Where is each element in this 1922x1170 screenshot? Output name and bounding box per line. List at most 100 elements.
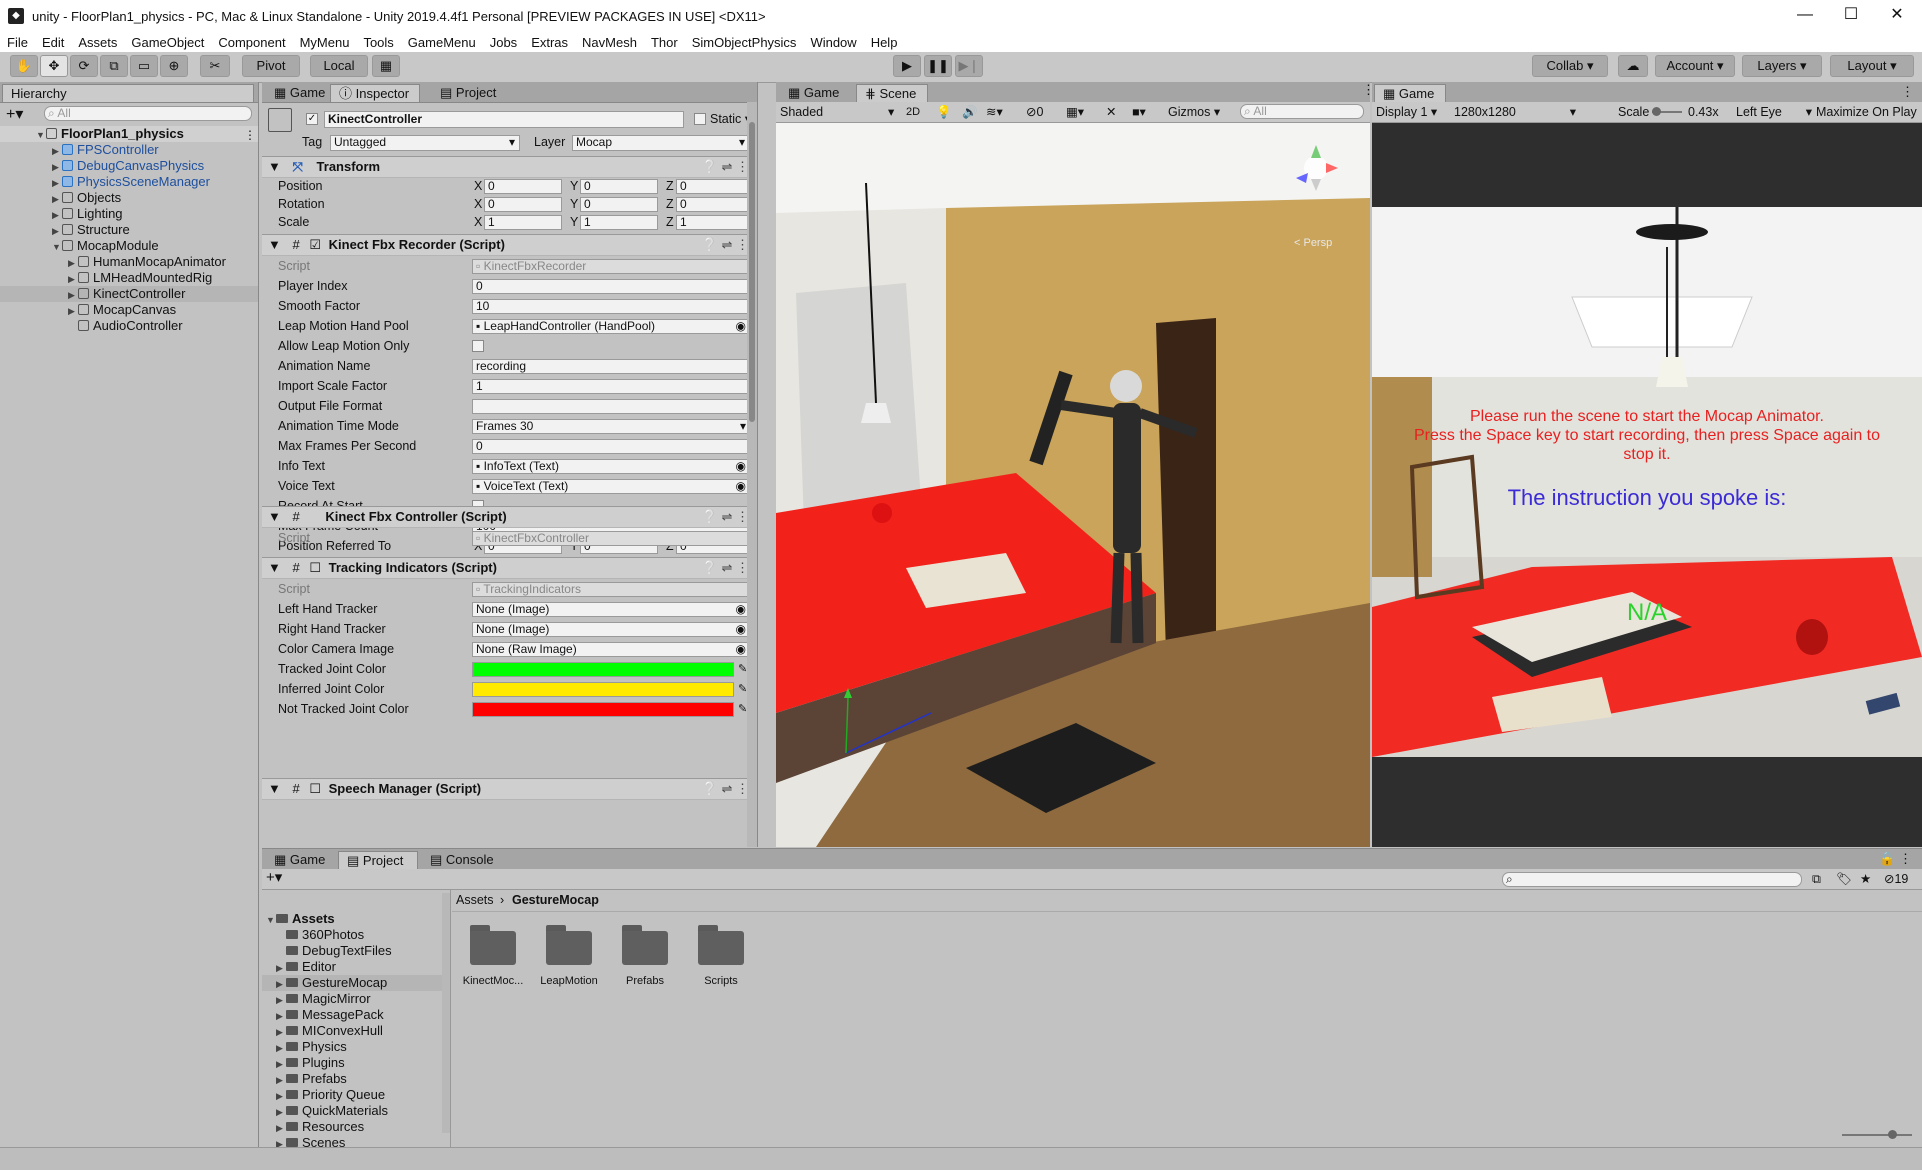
menu-item-gameobject[interactable]: GameObject [124,35,211,50]
asset-folder[interactable]: KinectMoc... [458,923,528,1003]
tracking-field-value[interactable]: None (Image) ◉ [472,622,750,637]
persp-label[interactable]: < Persp [1294,235,1332,251]
transform-y-field[interactable]: 0 [580,197,658,212]
foldout-arrow-icon[interactable]: ▶ [52,207,62,223]
tab-hierarchy[interactable]: Hierarchy [2,84,254,102]
tree-item[interactable]: ▶ Plugins [262,1055,450,1071]
resolution-dropdown[interactable]: 1280x1280 ▾ [1454,104,1576,120]
transform-y-field[interactable]: 0 [580,179,658,194]
transform-x-field[interactable]: 0 [484,179,562,194]
tree-item[interactable]: ▶ Resources [262,1119,450,1135]
menu-item-gamemenu[interactable]: GameMenu [401,35,483,50]
tree-assets-root[interactable]: ▼ Assets [262,911,450,927]
local-toggle[interactable]: Local [310,55,368,77]
grid-snap-icon[interactable]: ▦ [372,55,400,77]
recorder-field-value[interactable]: recording [472,359,750,374]
recorder-field-value[interactable]: ▪ VoiceText (Text) ◉ [472,479,750,494]
tab-scene[interactable]: ⋕ Scene [856,84,928,102]
transform-tool-icon[interactable]: ⊕ [160,55,188,77]
menu-item-extras[interactable]: Extras [524,35,575,50]
foldout-arrow-icon[interactable]: ▶ [52,191,62,207]
tree-item[interactable]: ▶ Editor [262,959,450,975]
scale-tool-icon[interactable]: ⧉ [100,55,128,77]
tools-toggle-icon[interactable]: ✕ [1106,104,1116,120]
search-by-label-icon[interactable]: 🏷 [1836,871,1852,887]
scene-viewport[interactable]: < Persp [776,123,1370,847]
tree-item[interactable]: 360Photos [262,927,450,943]
toggle-2d-button[interactable]: 2D [906,104,920,120]
lighting-toggle-icon[interactable]: 💡 [936,104,952,120]
close-button[interactable]: ✕ [1874,0,1920,32]
component-menu-icon[interactable]: ❔ ⇌ ⋮ [702,558,749,578]
custom-tool-icon[interactable]: ✂ [200,55,230,77]
asset-folder[interactable]: Prefabs [610,923,680,1003]
audio-toggle-icon[interactable]: 🔊 [962,104,978,120]
layers-dropdown[interactable]: Layers ▾ [1742,55,1822,77]
recorder-field-value[interactable]: ▪ InfoText (Text) ◉ [472,459,750,474]
foldout-arrow-icon[interactable]: ▶ [52,143,62,159]
hierarchy-item[interactable]: AudioController [0,318,258,334]
tab-project[interactable]: ▤ Project [432,84,504,102]
create-asset-icon[interactable]: +▾ [266,870,282,886]
recorder-field-value[interactable]: 0 [472,439,750,454]
foldout-arrow-icon[interactable]: ▶ [276,992,286,1008]
display-dropdown[interactable]: Display 1 ▾ [1376,104,1437,120]
transform-z-field[interactable]: 0 [676,179,754,194]
transform-z-field[interactable]: 0 [676,197,754,212]
hierarchy-item[interactable]: ▶ PhysicsSceneManager [0,174,258,190]
game-viewport[interactable]: Please run the scene to start the Mocap … [1372,207,1922,757]
static-label[interactable]: Static ▾ [710,111,751,127]
active-checkbox[interactable]: ✓ [306,113,318,125]
scene-menu-icon[interactable]: ⋮ [244,128,256,142]
tag-dropdown[interactable]: Untagged ▾ [330,135,520,151]
transform-y-field[interactable]: 1 [580,215,658,230]
shading-dropdown-arrow-icon[interactable]: ▾ [888,104,894,120]
tab-inspector[interactable]: ⓘ Inspector [330,84,420,102]
foldout-arrow-icon[interactable]: ▶ [276,960,286,976]
add-object-icon[interactable]: +▾ [6,104,23,124]
object-name-field[interactable]: KinectController [324,111,684,128]
tab-game[interactable]: ▦ Game [266,851,333,869]
recorder-field-value[interactable]: 0 [472,279,750,294]
hierarchy-item[interactable]: ▶ Structure [0,222,258,238]
hierarchy-item[interactable]: ▶ MocapCanvas [0,302,258,318]
recorder-field-value[interactable]: ▪ LeapHandController (HandPool) ◉ [472,319,750,334]
static-checkbox[interactable] [694,113,706,125]
rotate-tool-icon[interactable]: ⟳ [70,55,98,77]
menu-item-component[interactable]: Component [211,35,292,50]
component-menu-icon[interactable]: ❔ ⇌ ⋮ [702,779,749,799]
foldout-arrow-icon[interactable]: ▶ [52,175,62,191]
transform-z-field[interactable]: 1 [676,215,754,230]
tab-console[interactable]: ▤ Console [422,851,502,869]
recorder-checkbox[interactable] [472,340,484,352]
icon-size-slider[interactable] [1842,1130,1912,1139]
foldout-arrow-icon[interactable]: ▶ [276,1088,286,1104]
minimize-button[interactable]: — [1782,0,1828,32]
foldout-arrow-icon[interactable]: ▶ [52,223,62,239]
tree-item[interactable]: ▶ Prefabs [262,1071,450,1087]
maximize-button[interactable]: ☐ [1828,0,1874,32]
asset-folder[interactable]: LeapMotion [534,923,604,1003]
tree-item[interactable]: ▶ Priority Queue [262,1087,450,1103]
inspector-scrollbar[interactable] [747,102,757,847]
pause-button[interactable]: ❚❚ [924,55,952,77]
tab-project[interactable]: ▤ Project [338,851,418,869]
foldout-arrow-icon[interactable]: ▶ [276,976,286,992]
transform-x-field[interactable]: 1 [484,215,562,230]
menu-item-mymenu[interactable]: MyMenu [293,35,357,50]
tracking-field-value[interactable]: None (Raw Image) ◉ [472,642,750,657]
hierarchy-search-input[interactable]: ⌕ All [44,106,252,121]
tracking-field-value[interactable]: None (Image) ◉ [472,602,750,617]
foldout-arrow-icon[interactable]: ▶ [68,255,78,271]
rect-tool-icon[interactable]: ▭ [130,55,158,77]
tab-game[interactable]: ▦ Game [266,84,333,102]
transform-x-field[interactable]: 0 [484,197,562,212]
tree-item[interactable]: ▶ Physics [262,1039,450,1055]
eyedropper-icon[interactable]: ✎ [738,661,747,677]
hierarchy-item[interactable]: ▼ MocapModule [0,238,258,254]
foldout-arrow-icon[interactable]: ▼ [52,239,62,255]
menu-item-assets[interactable]: Assets [71,35,124,50]
scene-search-input[interactable]: ⌕ All [1240,104,1364,119]
controller-header[interactable]: ▼ # Kinect Fbx Controller (Script) ❔ ⇌ ⋮ [262,506,757,528]
collab-dropdown[interactable]: Collab ▾ [1532,55,1608,77]
